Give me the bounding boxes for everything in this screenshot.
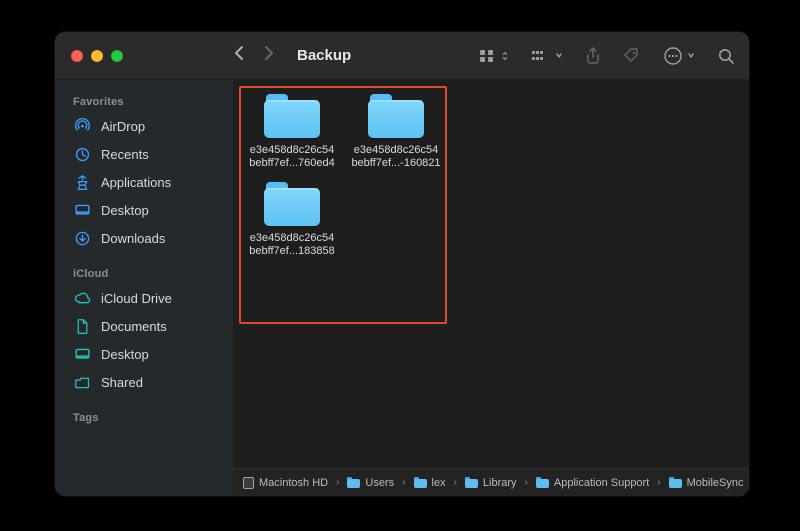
folder-icon xyxy=(264,180,320,226)
sidebar-item-label: AirDrop xyxy=(101,119,145,134)
chevron-right-icon: › xyxy=(655,477,662,488)
file-label: e3e458d8c26c54bebff7ef...-160821 xyxy=(347,144,445,170)
close-button[interactable] xyxy=(71,50,83,62)
finder-window: Backup xyxy=(55,32,749,496)
path-crumb[interactable]: Application Support xyxy=(536,477,649,489)
chevron-down-icon xyxy=(687,51,695,61)
desktop-icon xyxy=(73,345,91,363)
sidebar-item-applications[interactable]: Applications xyxy=(55,168,233,196)
path-crumb[interactable]: Macintosh HD xyxy=(243,477,328,489)
chevron-right-icon: › xyxy=(334,477,341,488)
folder-icon xyxy=(536,477,549,488)
path-bar: Macintosh HD › Users › lex › Library › A… xyxy=(233,468,749,496)
downloads-icon xyxy=(73,229,91,247)
file-grid[interactable]: e3e458d8c26c54bebff7ef...760ed4 e3e458d8… xyxy=(233,80,749,468)
path-crumb-label: Users xyxy=(365,477,394,489)
sidebar-item-label: iCloud Drive xyxy=(101,291,172,306)
path-crumb-label: Application Support xyxy=(554,477,649,489)
folder-item[interactable]: e3e458d8c26c54bebff7ef...183858 xyxy=(243,176,341,258)
maximize-button[interactable] xyxy=(111,50,123,62)
sidebar-item-label: Desktop xyxy=(101,203,149,218)
file-label: e3e458d8c26c54bebff7ef...760ed4 xyxy=(243,144,341,170)
view-mode-button[interactable] xyxy=(479,49,509,63)
sidebar-item-label: Downloads xyxy=(101,231,165,246)
path-crumb-label: lex xyxy=(432,477,446,489)
path-crumb-label: Macintosh HD xyxy=(259,477,328,489)
path-crumb[interactable]: Users xyxy=(347,477,394,489)
folder-item[interactable]: e3e458d8c26c54bebff7ef...760ed4 xyxy=(243,88,341,170)
sidebar-item-icloud-desktop[interactable]: Desktop xyxy=(55,340,233,368)
sidebar-item-downloads[interactable]: Downloads xyxy=(55,224,233,252)
sidebar-section-icloud: iCloud xyxy=(55,262,233,284)
file-label: e3e458d8c26c54bebff7ef...183858 xyxy=(243,232,341,258)
sidebar-item-icloud-drive[interactable]: iCloud Drive xyxy=(55,284,233,312)
chevron-right-icon: › xyxy=(523,477,530,488)
sidebar-item-label: Recents xyxy=(101,147,149,162)
sidebar-item-desktop[interactable]: Desktop xyxy=(55,196,233,224)
sidebar-item-recents[interactable]: Recents xyxy=(55,140,233,168)
content-area: e3e458d8c26c54bebff7ef...760ed4 e3e458d8… xyxy=(233,80,749,496)
folder-icon xyxy=(368,92,424,138)
sidebar: Favorites AirDrop Recents Applications D… xyxy=(55,80,233,496)
path-crumb[interactable]: lex xyxy=(414,477,446,489)
sidebar-item-label: Documents xyxy=(101,319,167,334)
sidebar-item-shared[interactable]: Shared xyxy=(55,368,233,396)
forward-button[interactable] xyxy=(263,45,275,66)
airdrop-icon xyxy=(73,117,91,135)
path-crumb[interactable]: Library xyxy=(465,477,517,489)
sidebar-item-label: Shared xyxy=(101,375,143,390)
back-button[interactable] xyxy=(233,45,245,66)
sidebar-item-label: Applications xyxy=(101,175,171,190)
toolbar: Backup xyxy=(55,32,749,80)
folder-icon xyxy=(347,477,360,488)
sidebar-item-airdrop[interactable]: AirDrop xyxy=(55,112,233,140)
action-menu-button[interactable] xyxy=(663,46,695,66)
desktop-icon xyxy=(73,201,91,219)
minimize-button[interactable] xyxy=(91,50,103,62)
document-icon xyxy=(73,317,91,335)
sidebar-item-documents[interactable]: Documents xyxy=(55,312,233,340)
path-crumb[interactable]: MobileSync xyxy=(669,477,744,489)
folder-icon xyxy=(264,92,320,138)
shared-folder-icon xyxy=(73,373,91,391)
sidebar-section-tags: Tags xyxy=(55,406,233,428)
group-by-button[interactable] xyxy=(531,49,563,63)
share-button[interactable] xyxy=(585,47,601,65)
window-controls xyxy=(55,50,233,62)
folder-icon xyxy=(414,477,427,488)
sidebar-item-label: Desktop xyxy=(101,347,149,362)
tags-button[interactable] xyxy=(623,47,641,65)
window-title: Backup xyxy=(297,47,351,64)
path-crumb-label: MobileSync xyxy=(687,477,744,489)
search-button[interactable] xyxy=(717,47,735,65)
chevron-up-down-icon xyxy=(501,51,509,61)
folder-icon xyxy=(669,477,682,488)
sidebar-section-favorites: Favorites xyxy=(55,90,233,112)
chevron-right-icon: › xyxy=(400,477,407,488)
cloud-icon xyxy=(73,289,91,307)
applications-icon xyxy=(73,173,91,191)
disk-icon xyxy=(243,477,254,489)
path-crumb-label: Library xyxy=(483,477,517,489)
folder-item[interactable]: e3e458d8c26c54bebff7ef...-160821 xyxy=(347,88,445,170)
folder-icon xyxy=(465,477,478,488)
chevron-down-icon xyxy=(555,51,563,61)
clock-icon xyxy=(73,145,91,163)
chevron-right-icon: › xyxy=(452,477,459,488)
